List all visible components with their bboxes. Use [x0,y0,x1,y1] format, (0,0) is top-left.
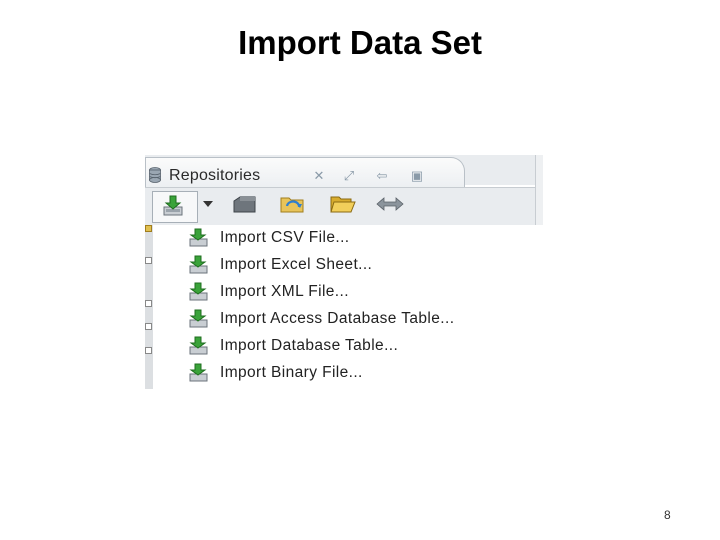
repository-button[interactable] [231,192,259,220]
menu-item-label: Import XML File... [220,283,349,300]
move-arrows-icon [376,197,404,211]
import-icon [189,309,208,328]
import-data-button[interactable] [152,191,198,223]
open-folder-button[interactable] [329,192,357,220]
menu-item-import-xml[interactable]: Import XML File... [153,280,543,306]
move-button[interactable] [375,192,404,220]
menu-item-label: Import Database Table... [220,337,399,354]
menu-item-import-csv[interactable]: Import CSV File... [153,226,543,252]
open-folder-icon [330,196,356,213]
restore-icon[interactable]: ▣ [408,168,426,184]
import-icon [189,363,208,382]
close-icon[interactable]: ✕ [310,168,328,184]
menu-item-label: Import Binary File... [220,364,363,381]
import-data-icon [163,195,183,216]
toolbar [145,187,535,227]
database-icon [149,167,161,183]
menu-item-import-binary[interactable]: Import Binary File... [153,361,543,387]
page-number: 8 [664,508,671,522]
tab-label: Repositories [169,167,261,184]
folder-refresh-button[interactable] [279,192,307,220]
import-icon [189,282,208,301]
folder-refresh-icon [280,197,304,213]
import-icon [189,228,208,247]
import-icon [189,255,208,274]
maximize-icon[interactable]: ⤢ [340,168,358,184]
repository-icon [233,196,256,213]
slide-title: Import Data Set [238,24,482,61]
import-dropdown-menu: Import CSV File... Import Excel Sheet...… [153,225,543,389]
repositories-panel-screenshot: Repositories ✕ ⤢ ⇦ ▣ Import CSV File... … [145,155,543,389]
dropdown-arrow-icon[interactable] [203,201,213,207]
import-icon [189,336,208,355]
menu-item-import-excel[interactable]: Import Excel Sheet... [153,253,543,279]
panel-header: Repositories ✕ ⤢ ⇦ ▣ [145,155,535,188]
menu-item-import-access[interactable]: Import Access Database Table... [153,307,543,333]
panel-edge [535,155,543,225]
tab-repositories[interactable]: Repositories ✕ ⤢ ⇦ ▣ [145,157,465,188]
menu-item-label: Import Excel Sheet... [220,256,373,273]
menu-item-import-database[interactable]: Import Database Table... [153,334,543,360]
menu-item-label: Import CSV File... [220,229,350,246]
minimize-icon[interactable]: ⇦ [373,168,391,184]
menu-item-label: Import Access Database Table... [220,310,455,327]
